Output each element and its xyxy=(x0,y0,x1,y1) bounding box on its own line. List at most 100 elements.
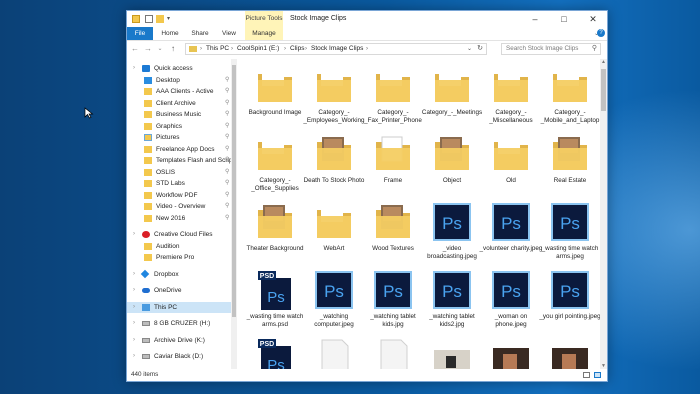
refresh-icon[interactable]: ↻ xyxy=(477,44,483,54)
expand-chevron-icon[interactable]: › xyxy=(133,285,135,296)
svg-text:Ps: Ps xyxy=(267,289,285,306)
sidebar-item-quick-access[interactable]: › Quick access xyxy=(127,63,231,74)
expand-chevron-icon[interactable]: › xyxy=(133,335,135,346)
file-item-item-25[interactable] xyxy=(302,335,366,369)
sidebar-item-std-labs[interactable]: STD Labs ⚲ xyxy=(127,178,231,189)
tab-share[interactable]: Share xyxy=(187,27,213,40)
file-item-old[interactable]: Old xyxy=(479,131,543,197)
file-item-background-image[interactable]: Background Image xyxy=(243,63,307,129)
file-item-item-24[interactable]: PSD Ps xyxy=(243,335,307,369)
sidebar-item-dropbox[interactable]: › Dropbox xyxy=(127,269,231,280)
properties-icon[interactable] xyxy=(145,15,153,23)
sidebar-item-8-gb-cruzer-h[interactable]: › 8 GB CRUZER (H:) xyxy=(127,318,231,329)
file-list-scroll-thumb[interactable] xyxy=(601,69,606,111)
sidebar-item-this-pc[interactable]: › This PC xyxy=(127,301,231,313)
sidebar-item-workflow-pdf[interactable]: Workflow PDF ⚲ xyxy=(127,190,231,201)
tab-home[interactable]: Home xyxy=(157,27,183,40)
file-item-category-miscellaneous[interactable]: Category_-_Miscellaneous xyxy=(479,63,543,129)
sidebar-item-oslis[interactable]: OSLIS ⚲ xyxy=(127,167,231,178)
tab-file[interactable]: File xyxy=(127,27,153,40)
sidebar-item-templates-flash-and-script[interactable]: Templates Flash and Script ⚲ xyxy=(127,155,231,166)
file-item-real-estate[interactable]: Real Estate xyxy=(538,131,600,197)
sidebar-item-onedrive[interactable]: › OneDrive xyxy=(127,285,231,296)
file-item-object[interactable]: Object xyxy=(420,131,484,197)
expand-chevron-icon[interactable]: › xyxy=(133,302,135,313)
file-name: _volunteer charity.jpeg xyxy=(479,245,543,252)
breadcrumb-stock-image-clips[interactable]: Stock Image Clips xyxy=(311,44,363,54)
file-item-theater-background[interactable]: Theater Background xyxy=(243,199,307,265)
sidebar-item-client-archive[interactable]: Client Archive ⚲ xyxy=(127,98,231,109)
file-item-category-office-supplies[interactable]: Category_-_Office_Supplies xyxy=(243,131,307,197)
sidebar-item-desktop[interactable]: Desktop ⚲ xyxy=(127,75,231,86)
sidebar-item-pictures[interactable]: Pictures ⚲ xyxy=(127,132,231,143)
file-item-category-fax-printer-phone[interactable]: Category_-_Fax_Printer_Phone xyxy=(361,63,425,129)
file-item-watching-tablet-kids-jpg[interactable]: Ps _watching tablet kids.jpg xyxy=(361,267,425,333)
sidebar-item-graphics[interactable]: Graphics ⚲ xyxy=(127,121,231,132)
file-item-category-mobile-and-laptop[interactable]: Category_-_Mobile_and_Laptop xyxy=(538,63,600,129)
minimize-button[interactable]: – xyxy=(521,11,549,27)
file-item-item-28[interactable] xyxy=(479,335,543,369)
expand-chevron-icon[interactable]: › xyxy=(133,229,135,240)
sidebar-item-aaa-clients-active[interactable]: AAA Clients - Active ⚲ xyxy=(127,86,231,97)
pictures-icon xyxy=(144,134,152,141)
forward-arrow-icon[interactable]: → xyxy=(143,44,153,54)
file-item-category-meetings[interactable]: Category_-_Meetings xyxy=(420,63,484,129)
file-item-wood-textures[interactable]: Wood Textures xyxy=(361,199,425,265)
file-item-wasting-time-watch-arms-psd[interactable]: PSD Ps _wasting time watch arms.psd xyxy=(243,267,307,333)
navigation-pane-scrollbar[interactable] xyxy=(231,59,237,369)
expand-chevron-icon[interactable]: › xyxy=(133,318,135,329)
help-icon[interactable]: ? xyxy=(597,29,605,37)
file-item-watching-computer-jpeg[interactable]: Ps _watching computer.jpeg xyxy=(302,267,366,333)
back-arrow-icon[interactable]: ← xyxy=(130,44,140,54)
file-item-volunteer-charity-jpeg[interactable]: Ps _volunteer charity.jpeg xyxy=(479,199,543,265)
image-thumbnail xyxy=(491,338,531,369)
file-item-webart[interactable]: WebArt xyxy=(302,199,366,265)
address-dropdown-icon[interactable]: ⌄ xyxy=(467,44,472,54)
file-item-watching-tablet-kids2-jpg[interactable]: Ps _watching tablet kids2.jpg xyxy=(420,267,484,333)
file-item-death-to-stock-photo[interactable]: Death To Stock Photo xyxy=(302,131,366,197)
close-button[interactable]: ✕ xyxy=(579,11,607,27)
sidebar-item-premiere-pro[interactable]: Premiere Pro xyxy=(127,252,231,263)
recent-locations-icon[interactable]: ⌄ xyxy=(155,44,165,54)
search-input[interactable]: Search Stock Image Clips ⚲ xyxy=(501,43,601,55)
sidebar-item-business-music[interactable]: Business Music ⚲ xyxy=(127,109,231,120)
file-item-wasting-time-watch-arms-jpeg[interactable]: Ps _wasting time watch arms.jpeg xyxy=(538,199,600,265)
sidebar-item-freelance-app-docs[interactable]: Freelance App Docs ⚲ xyxy=(127,144,231,155)
file-list-scrollbar[interactable]: ▲ ▼ xyxy=(600,59,607,369)
file-item-item-27[interactable] xyxy=(420,335,484,369)
onedrive-icon xyxy=(142,288,150,293)
sidebar-item-new-2016[interactable]: New 2016 ⚲ xyxy=(127,213,231,224)
file-item-item-26[interactable] xyxy=(361,335,425,369)
file-item-category-employees-working[interactable]: Category_-_Employees_Working xyxy=(302,63,366,129)
sidebar-item-creative-cloud-files[interactable]: › Creative Cloud Files xyxy=(127,229,231,240)
file-item-woman-on-phone-jpeg[interactable]: Ps _woman on phone.jpeg xyxy=(479,267,543,333)
sidebar-item-caviar-black-d[interactable]: › Caviar Black (D:) xyxy=(127,351,231,362)
breadcrumb-clips[interactable]: Clips xyxy=(290,44,304,54)
details-view-icon[interactable] xyxy=(583,372,590,378)
expand-chevron-icon[interactable]: › xyxy=(133,269,135,280)
file-name: Category_-_Fax_Printer_Phone xyxy=(364,109,422,124)
navigation-pane-scroll-thumb[interactable] xyxy=(232,65,236,317)
sidebar-item-archive-drive-k[interactable]: › Archive Drive (K:) xyxy=(127,335,231,346)
up-arrow-icon[interactable]: ↑ xyxy=(168,44,178,54)
expand-chevron-icon[interactable]: › xyxy=(133,351,135,362)
file-item-frame[interactable]: Frame xyxy=(361,131,425,197)
file-name: Death To Stock Photo xyxy=(303,177,365,184)
address-bar[interactable]: › This PC › CoolSpin1 (E:) › Clips › Sto… xyxy=(185,43,487,55)
tab-manage[interactable]: Manage xyxy=(245,27,283,40)
tab-view[interactable]: View xyxy=(217,27,241,40)
file-item-item-29[interactable] xyxy=(538,335,600,369)
new-folder-icon[interactable] xyxy=(156,15,164,23)
file-item-video-broadcasting-jpeg[interactable]: Ps _video broadcasting.jpeg xyxy=(420,199,484,265)
sidebar-item-video-overview[interactable]: Video - Overview ⚲ xyxy=(127,201,231,212)
breadcrumb-this-pc[interactable]: This PC xyxy=(206,44,229,54)
large-icons-view-icon[interactable] xyxy=(594,372,601,378)
sidebar-item-label: Pictures xyxy=(156,134,180,141)
scroll-up-icon[interactable]: ▲ xyxy=(600,59,607,65)
expand-chevron-icon[interactable]: › xyxy=(133,63,135,74)
customize-quick-access-icon[interactable]: ▾ xyxy=(167,16,175,22)
file-item-you-girl-pointing-jpeg[interactable]: Ps _you girl pointing.jpeg xyxy=(538,267,600,333)
sidebar-item-audition[interactable]: Audition xyxy=(127,241,231,252)
maximize-button[interactable]: □ xyxy=(550,11,578,27)
breadcrumb-drive[interactable]: CoolSpin1 (E:) xyxy=(237,44,279,54)
